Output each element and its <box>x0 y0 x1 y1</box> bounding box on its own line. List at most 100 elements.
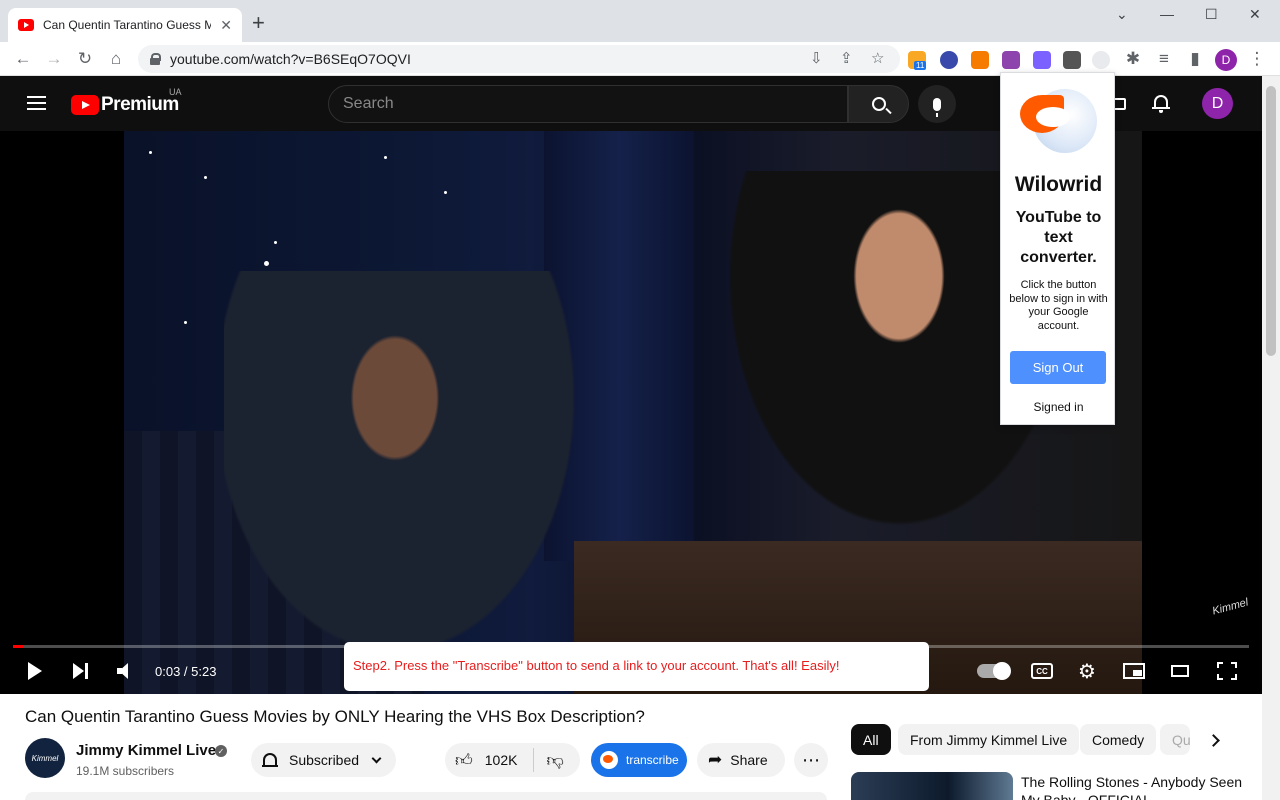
chip-comedy[interactable]: Comedy <box>1080 724 1157 755</box>
captions-button[interactable]: CC <box>1031 660 1053 682</box>
channel-name[interactable]: Jimmy Kimmel Live <box>76 742 216 759</box>
browser-menu-icon[interactable]: ⋮ <box>1245 47 1269 71</box>
browser-tab[interactable]: Can Quentin Tarantino Guess Mo ✕ <box>8 8 242 42</box>
microphone-icon <box>933 97 941 117</box>
channel-avatar[interactable]: Kimmel <box>25 738 65 778</box>
home-icon[interactable]: ⌂ <box>104 47 128 71</box>
forward-icon[interactable]: → <box>42 47 66 71</box>
transcribe-button[interactable]: transcribe <box>591 743 687 777</box>
youtube-favicon-icon <box>18 19 34 31</box>
play-button[interactable] <box>28 660 42 682</box>
signin-status: Signed in <box>1033 400 1084 414</box>
minimize-icon[interactable]: — <box>1160 6 1174 22</box>
transcribe-label: transcribe <box>626 753 679 767</box>
subscribed-button[interactable]: Subscribed <box>251 743 396 777</box>
popup-title: Wilowrid <box>1014 173 1103 196</box>
menu-icon[interactable] <box>27 96 46 110</box>
channel-watermark: Kimmel <box>1211 596 1250 618</box>
search-placeholder: Search <box>343 95 394 112</box>
description-box[interactable] <box>25 792 827 800</box>
like-divider <box>533 748 535 772</box>
more-actions-button[interactable]: ⋯ <box>794 743 828 777</box>
region-code: UA <box>169 87 182 97</box>
extensions-puzzle-icon[interactable]: ✱ <box>1121 47 1145 71</box>
chip-partial[interactable]: Qu <box>1160 724 1190 755</box>
back-icon[interactable]: ← <box>11 47 35 71</box>
bookmark-star-icon[interactable]: ☆ <box>871 49 884 67</box>
mute-button[interactable] <box>117 660 133 682</box>
verified-icon: ✓ <box>215 745 227 757</box>
next-icon <box>73 663 89 679</box>
time-text: 0:03 / 5:23 <box>155 663 217 679</box>
more-icon: ⋯ <box>802 749 820 770</box>
dislike-icon[interactable]: 👎︎ <box>546 750 563 771</box>
fullscreen-button[interactable] <box>1217 660 1237 682</box>
autoplay-toggle[interactable] <box>977 660 1011 682</box>
extension-circle-icon[interactable] <box>940 51 958 69</box>
search-input[interactable]: Search <box>328 85 848 123</box>
fullscreen-icon <box>1217 662 1237 680</box>
guest-figure <box>224 271 604 694</box>
reading-list-icon[interactable]: ≡ <box>1152 47 1176 71</box>
chevron-down-icon <box>371 753 382 763</box>
youtube-logo[interactable]: Premium UA <box>71 87 182 116</box>
popup-hint: Click the button below to sign in with y… <box>1009 279 1108 332</box>
wilowrid-extension-icon[interactable] <box>1092 51 1110 69</box>
recommendation-title[interactable]: The Rolling Stones - Anybody Seen My Bab… <box>1021 773 1257 800</box>
lock-icon[interactable] <box>150 53 161 65</box>
url-text: youtube.com/watch?v=B6SEqO7OQVI <box>170 51 411 67</box>
extension-s-icon[interactable] <box>1002 51 1020 69</box>
share-label: Share <box>730 752 768 768</box>
extension-check-icon[interactable] <box>1033 51 1051 69</box>
account-avatar[interactable]: D <box>1202 88 1233 119</box>
browser-toolbar: ← → ↻ ⌂ youtube.com/watch?v=B6SEqO7OQVI … <box>0 42 1280 76</box>
sign-out-button[interactable]: Sign Out <box>1010 351 1106 384</box>
profile-avatar[interactable]: D <box>1215 49 1237 71</box>
miniplayer-button[interactable] <box>1123 660 1145 682</box>
captions-icon: CC <box>1031 663 1053 679</box>
miniplayer-icon <box>1123 663 1145 679</box>
subscribed-label: Subscribed <box>289 752 360 768</box>
popup-tagline: YouTube to text converter. <box>1015 209 1102 266</box>
next-button[interactable] <box>73 660 89 682</box>
brand-text: Premium <box>101 94 179 115</box>
chip-from-channel[interactable]: From Jimmy Kimmel Live <box>898 724 1080 755</box>
page-scrollbar[interactable] <box>1262 76 1280 800</box>
search-button[interactable] <box>848 85 909 123</box>
notifications-bell-icon[interactable] <box>1152 94 1170 113</box>
scrollbar-thumb[interactable] <box>1266 86 1276 356</box>
subscription-bell-icon <box>262 753 278 767</box>
voice-search-button[interactable] <box>918 85 956 123</box>
extension-grid-icon[interactable] <box>1063 51 1081 69</box>
chip-all[interactable]: All <box>851 724 891 755</box>
share-button[interactable]: ➦ Share <box>697 743 785 777</box>
theater-mode-button[interactable] <box>1171 660 1189 682</box>
gear-icon: ⚙ <box>1078 660 1096 683</box>
wilowrid-icon <box>600 751 618 769</box>
like-icon[interactable]: 👍︎ <box>455 750 473 771</box>
volume-icon <box>117 663 133 679</box>
install-icon[interactable]: ⇩ <box>810 49 823 67</box>
like-count[interactable]: 102K <box>485 752 518 768</box>
settings-button[interactable]: ⚙ <box>1078 660 1096 683</box>
search-icon <box>871 97 886 111</box>
new-tab-icon[interactable]: + <box>252 12 265 34</box>
reload-icon[interactable]: ↻ <box>73 47 97 71</box>
youtube-play-icon <box>71 95 99 115</box>
side-panel-icon[interactable]: ▮ <box>1183 47 1207 71</box>
share-page-icon[interactable]: ⇪ <box>840 49 853 67</box>
progress-played <box>13 645 25 648</box>
wilowrid-logo-icon <box>1020 87 1097 155</box>
like-dislike-group: 👍︎ 102K 👎︎ <box>445 743 580 777</box>
time-display: 0:03 / 5:23 <box>155 660 216 682</box>
subscriber-count: 19.1M subscribers <box>76 764 175 778</box>
close-tab-icon[interactable]: ✕ <box>220 17 232 34</box>
play-icon <box>28 662 42 680</box>
close-window-icon[interactable]: ✕ <box>1249 6 1261 23</box>
tab-search-icon[interactable]: ⌄ <box>1116 6 1128 23</box>
chevron-right-icon[interactable] <box>1207 734 1220 747</box>
address-bar[interactable]: youtube.com/watch?v=B6SEqO7OQVI <box>138 45 900 73</box>
recommendation-thumbnail[interactable] <box>851 772 1013 800</box>
maximize-icon[interactable]: ☐ <box>1205 6 1218 23</box>
metamask-icon[interactable] <box>971 51 989 69</box>
